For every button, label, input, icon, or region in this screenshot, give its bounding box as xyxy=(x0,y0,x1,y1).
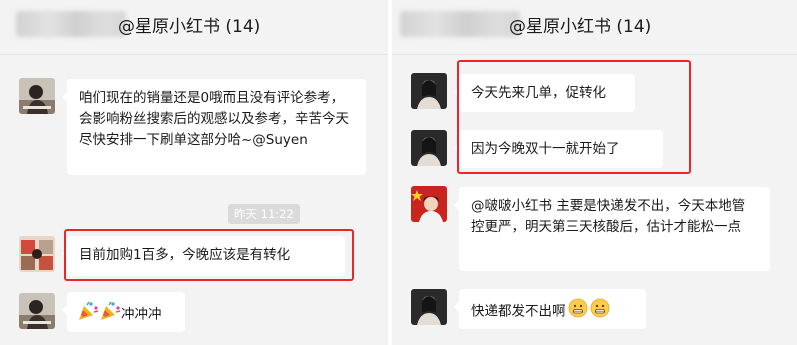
message-bubble[interactable]: @啵啵小红书 主要是快递发不出，今天本地管控更严，明天第三天核酸后，估计才能松一… xyxy=(454,187,770,271)
avatar[interactable] xyxy=(411,186,447,222)
message-text: 快递都发不出啊 xyxy=(471,303,566,320)
chat-title[interactable]: @星原小红书 (14) xyxy=(509,12,651,37)
chat-title[interactable]: @星原小红书 (14) xyxy=(118,12,260,37)
message-bubble[interactable]: 冲冲冲 xyxy=(62,292,185,332)
avatar[interactable] xyxy=(411,73,447,109)
party-popper-icon xyxy=(77,301,99,328)
grimacing-face-icon xyxy=(590,298,610,325)
avatar[interactable] xyxy=(19,293,55,329)
message-bubble[interactable]: 快递都发不出啊 xyxy=(454,289,646,329)
blurred-group-name xyxy=(16,11,126,37)
message-text: 冲冲冲 xyxy=(121,306,162,323)
highlight-box xyxy=(64,229,354,281)
left-chat-panel: @星原小红书 (14) 咱们现在的销量还是0哦而且没有评论参考，会影响粉丝搜索后… xyxy=(0,0,392,345)
grimacing-face-icon xyxy=(568,298,588,325)
avatar[interactable] xyxy=(19,236,55,272)
message-bubble[interactable]: 咱们现在的销量还是0哦而且没有评论参考，会影响粉丝搜索后的观感以及参考，辛苦今天… xyxy=(62,79,366,175)
party-popper-icon xyxy=(99,301,121,328)
chat-header: @星原小红书 (14) xyxy=(0,0,392,55)
avatar[interactable] xyxy=(411,130,447,166)
blurred-group-name xyxy=(400,11,520,37)
avatar[interactable] xyxy=(411,289,447,325)
highlight-box xyxy=(457,60,691,174)
timestamp: 昨天 11:22 xyxy=(228,204,300,224)
avatar[interactable] xyxy=(19,78,55,114)
chat-header: @星原小红书 (14) xyxy=(392,0,797,55)
right-chat-panel: @星原小红书 (14) 今天先来几单，促转化 因为今晚双十一就开始了 @啵啵小红… xyxy=(392,0,797,345)
